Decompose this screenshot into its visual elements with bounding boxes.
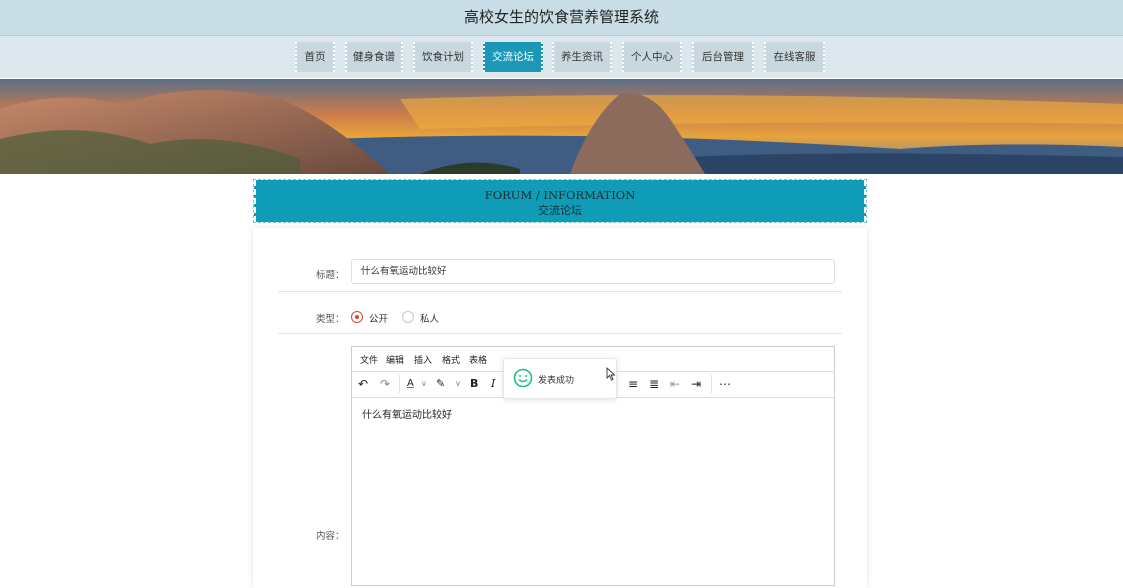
chevron-down-icon[interactable]: ∨ — [455, 375, 461, 393]
nav-item-health-news[interactable]: 养生资讯 — [552, 42, 612, 72]
font-color-icon[interactable]: A — [407, 375, 414, 393]
toast-message: 发表成功 — [538, 376, 575, 386]
top-bar: 高校女生的饮食营养管理系统 — [0, 0, 1123, 36]
menu-format[interactable]: 格式 — [442, 353, 460, 366]
nav-item-forum[interactable]: 交流论坛 — [483, 42, 543, 72]
nav-item-customer-service[interactable]: 在线客服 — [764, 42, 825, 72]
toolbar-separator — [711, 375, 712, 393]
title-label: 标题： — [316, 270, 345, 281]
italic-icon[interactable]: I — [491, 375, 495, 393]
toolbar-separator — [399, 375, 400, 393]
radio-public-label[interactable]: 公开 — [369, 311, 388, 325]
highlight-color-icon[interactable]: ✎ — [436, 375, 445, 393]
title-input[interactable]: 什么有氧运动比较好 — [351, 259, 835, 284]
editor-content[interactable]: 什么有氧运动比较好 — [362, 406, 452, 421]
section-title-en: FORUM / INFORMATION — [484, 188, 636, 202]
radio-public[interactable] — [351, 311, 363, 323]
nav-item-diet-plan[interactable]: 饮食计划 — [413, 42, 473, 72]
type-label: 类型： — [316, 314, 345, 325]
nav-item-home[interactable]: 首页 — [295, 42, 335, 72]
align-right-icon[interactable]: ≡ — [628, 375, 638, 393]
outdent-icon[interactable]: ⇤ — [670, 375, 680, 393]
menu-table[interactable]: 表格 — [469, 353, 487, 366]
section-header: FORUM / INFORMATION 交流论坛 — [253, 179, 867, 223]
redo-icon[interactable]: ↷ — [380, 375, 390, 393]
success-toast: 发表成功 — [503, 358, 617, 399]
content-label: 内容： — [316, 531, 345, 542]
menu-insert[interactable]: 插入 — [414, 353, 432, 366]
section-title-cn: 交流论坛 — [538, 204, 582, 217]
divider — [278, 333, 842, 334]
indent-icon[interactable]: ⇥ — [691, 375, 701, 393]
divider — [278, 291, 842, 292]
chevron-down-icon[interactable]: ∨ — [421, 375, 427, 393]
menu-edit[interactable]: 编辑 — [386, 353, 404, 366]
banner-image — [0, 79, 1123, 174]
smile-icon — [513, 368, 533, 392]
radio-private-label[interactable]: 私人 — [420, 311, 439, 325]
undo-icon[interactable]: ↶ — [358, 375, 368, 393]
justify-icon[interactable]: ≣ — [649, 375, 659, 393]
site-title: 高校女生的饮食营养管理系统 — [463, 8, 659, 26]
nav-item-personal-center[interactable]: 个人中心 — [622, 42, 682, 72]
menu-file[interactable]: 文件 — [360, 353, 378, 366]
radio-private[interactable] — [402, 311, 414, 323]
more-icon[interactable]: ⋯ — [719, 375, 731, 393]
bold-icon[interactable]: B — [470, 375, 478, 393]
nav-item-fitness-recipes[interactable]: 健身食谱 — [345, 42, 403, 72]
mouse-cursor-icon — [606, 366, 616, 385]
nav-item-admin[interactable]: 后台管理 — [692, 42, 754, 72]
